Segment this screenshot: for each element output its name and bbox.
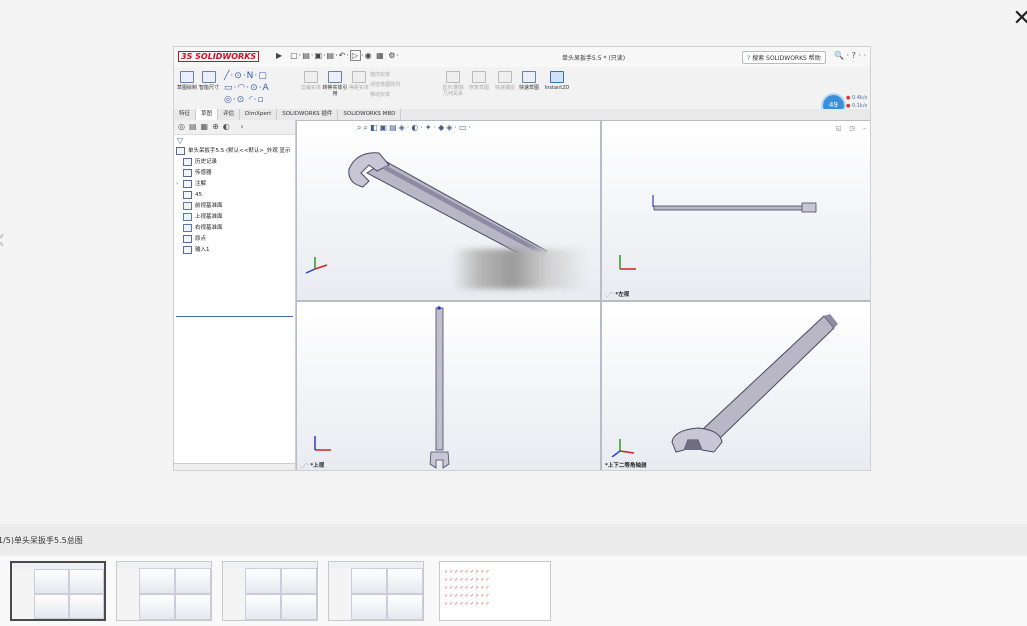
tree-item-right-plane[interactable]: 右视基准面 [174, 223, 295, 234]
filter-icon[interactable]: ▽ [177, 136, 183, 145]
image-caption: 1/5)单头呆扳手5.5总图 [0, 536, 83, 545]
thumbnail-2[interactable] [116, 561, 212, 621]
upload-rate: ● 0.4k/s [846, 95, 868, 101]
coordinate-triad [619, 255, 636, 270]
offset-entities-button[interactable]: 等距实体 [346, 71, 372, 91]
plane-icon [183, 212, 192, 221]
viewport-label-trimetric: *上下二等角轴测 [605, 463, 647, 469]
relations-icon [446, 71, 460, 83]
tree-item-sensors[interactable]: 传感器 [174, 168, 295, 179]
tree-root-part[interactable]: 单头呆扳手5.5 (默认<<默认>_外观 显示 [174, 146, 295, 157]
sketch-pattern-tools[interactable]: 镜向实体 线性草图阵列 移动实体 [370, 70, 400, 100]
graphics-area[interactable]: ⌕⌕◧▣▤◈·◐·✦·◆◈·▭· ◱ ◳ – ◡◠ *左视 ◡◠ *上视 *上下… [296, 120, 870, 470]
trim-icon [304, 71, 318, 83]
previous-image-arrow-icon[interactable]: ‹ [0, 222, 6, 257]
viewport-top-view[interactable]: ◡◠ *上视 [296, 301, 601, 470]
mirror-entities-item[interactable]: 镜向实体 [370, 70, 400, 80]
convert-icon [328, 71, 342, 83]
tree-item-material[interactable]: 45 [174, 190, 295, 201]
solidworks-logo: 3S SOLIDWORKS [178, 51, 260, 62]
smart-dimension-icon [202, 71, 216, 83]
viewport-left-view[interactable]: ◱ ◳ – ◡◠ *左视 [601, 120, 870, 301]
blurred-watermark [452, 249, 587, 289]
part-icon [176, 146, 185, 155]
display-relations-button[interactable]: 显示/删除几何关系 [440, 71, 466, 97]
instant2d-button[interactable]: Instant2D [542, 71, 572, 91]
title-bar: 3S SOLIDWORKS ▶ ▢·▤·▣·▤·↶· ▷ ·◉ ▦ ⚙· 单头呆扳手… [174, 47, 870, 68]
plane-icon [183, 201, 192, 210]
feature-manager-panel: ◎▤▦⊕◐ › ▽ 单头呆扳手5.5 (默认<<默认>_外观 显示 历史记录 传… [174, 120, 296, 470]
annotation-icon [183, 179, 192, 188]
viewport-trimetric[interactable]: *上下二等角轴测 [601, 301, 870, 470]
move-entities-item[interactable]: 移动实体 [370, 90, 400, 100]
caption-bar: 1/5)单头呆扳手5.5总图 [0, 524, 1027, 556]
tab-evaluate[interactable]: 评估 [218, 109, 241, 120]
tree-item-imported[interactable]: 输入1 [174, 245, 295, 256]
trim-entities-button[interactable]: 剪裁实体 [298, 71, 324, 91]
convert-entities-button[interactable]: 转换实体引用 [322, 71, 348, 97]
quick-access-toolbar[interactable]: ▶ ▢·▤·▣·▤·↶· ▷ ·◉ ▦ ⚙· [276, 50, 400, 61]
rapid-sketch-button[interactable]: 快速草图 [516, 71, 542, 91]
linear-pattern-item[interactable]: 线性草图阵列 [370, 80, 400, 90]
wrench-left-view [652, 195, 817, 213]
tree-item-history[interactable]: 历史记录 [174, 157, 295, 168]
feature-tree: 单头呆扳手5.5 (默认<<默认>_外观 显示 历史记录 传感器 › 注解 45 … [174, 146, 295, 256]
command-manager: 草图绘制 智能尺寸 ╱·⊙·Ν·▢ ▭·◠·⊙·A ◎·⊙ ◜·▫ 剪裁实体 转换实… [174, 67, 870, 118]
feature-manager-tabs[interactable]: ◎▤▦⊕◐ › [174, 120, 295, 135]
import-icon [183, 245, 192, 254]
coordinate-triad [611, 439, 635, 457]
tree-item-annotations[interactable]: › 注解 [174, 179, 295, 190]
thumbnail-strip: ✓✓✓✓✓✓✓✓✓ ✓✓✓✓✓✓✓✓✓ ✓✓✓✓✓✓✓✓✓ ✓✓✓✓✓✓✓✓✓ … [0, 556, 1027, 626]
origin-icon [183, 234, 192, 243]
sensor-icon [183, 168, 192, 177]
tab-sketch[interactable]: 草图 [196, 109, 219, 120]
close-viewer-icon[interactable]: ✕ [1013, 6, 1027, 31]
rollback-bar[interactable] [176, 316, 293, 317]
solidworks-screenshot: 3S SOLIDWORKS ▶ ▢·▤·▣·▤·↶· ▷ ·◉ ▦ ⚙· 单头呆扳手… [173, 46, 871, 471]
offset-icon [352, 71, 366, 83]
coordinate-triad [314, 436, 331, 451]
window-controls[interactable]: 🔍 · ? · · [834, 51, 866, 60]
smart-dimension-button[interactable]: 智能尺寸 [196, 71, 222, 91]
feature-manager-scrollbar[interactable] [174, 463, 295, 470]
instant2d-icon [550, 71, 564, 83]
tab-mbd[interactable]: SOLIDWORKS MBD [338, 109, 402, 120]
sketch-icon [180, 71, 194, 83]
help-search-input[interactable]: ? 搜索 SOLIDWORKS 帮助 [742, 51, 826, 64]
thumbnail-3[interactable] [222, 561, 318, 621]
coordinate-triad [305, 257, 328, 274]
thumbnail-4[interactable] [328, 561, 424, 621]
thumbnail-5-check-rows: ✓✓✓✓✓✓✓✓✓ ✓✓✓✓✓✓✓✓✓ ✓✓✓✓✓✓✓✓✓ ✓✓✓✓✓✓✓✓✓ … [444, 569, 491, 607]
wrench-trimetric [671, 314, 838, 453]
wrench-top-view [429, 306, 450, 469]
material-icon [183, 190, 192, 199]
repair-icon [472, 71, 486, 83]
plane-icon [183, 223, 192, 232]
rapid-sketch-icon [522, 71, 536, 83]
viewport-label-left: ◡◠ *左视 [605, 292, 630, 298]
tree-item-origin[interactable]: 原点 [174, 234, 295, 245]
tab-features[interactable]: 特征 [174, 109, 197, 120]
tree-item-front-plane[interactable]: 前视基准面 [174, 201, 295, 212]
viewport-isometric[interactable]: ⌕⌕◧▣▤◈·◐·✦·◆◈·▭· [296, 120, 601, 301]
viewport-label-top: ◡◠ *上视 [300, 463, 325, 469]
expand-caret-icon[interactable]: › [176, 179, 178, 190]
tree-item-top-plane[interactable]: 上视基准面 [174, 212, 295, 223]
snap-icon [498, 71, 512, 83]
tab-addins[interactable]: SOLIDWORKS 插件 [277, 109, 339, 120]
document-title: 单头呆扳手5.5 * (只读) [562, 55, 626, 62]
history-icon [183, 157, 192, 166]
thumbnail-1[interactable] [10, 561, 106, 621]
sketch-entity-tools[interactable]: ╱·⊙·Ν·▢ ▭·◠·⊙·A ◎·⊙ ◜·▫ [224, 70, 270, 106]
tab-dimxpert[interactable]: DimXpert [240, 109, 278, 120]
quick-snaps-button[interactable]: 快速捕捉 [492, 71, 518, 91]
repair-sketch-button[interactable]: 修复草图 [466, 71, 492, 91]
thumbnail-5[interactable]: ✓✓✓✓✓✓✓✓✓ ✓✓✓✓✓✓✓✓✓ ✓✓✓✓✓✓✓✓✓ ✓✓✓✓✓✓✓✓✓ … [439, 561, 551, 621]
